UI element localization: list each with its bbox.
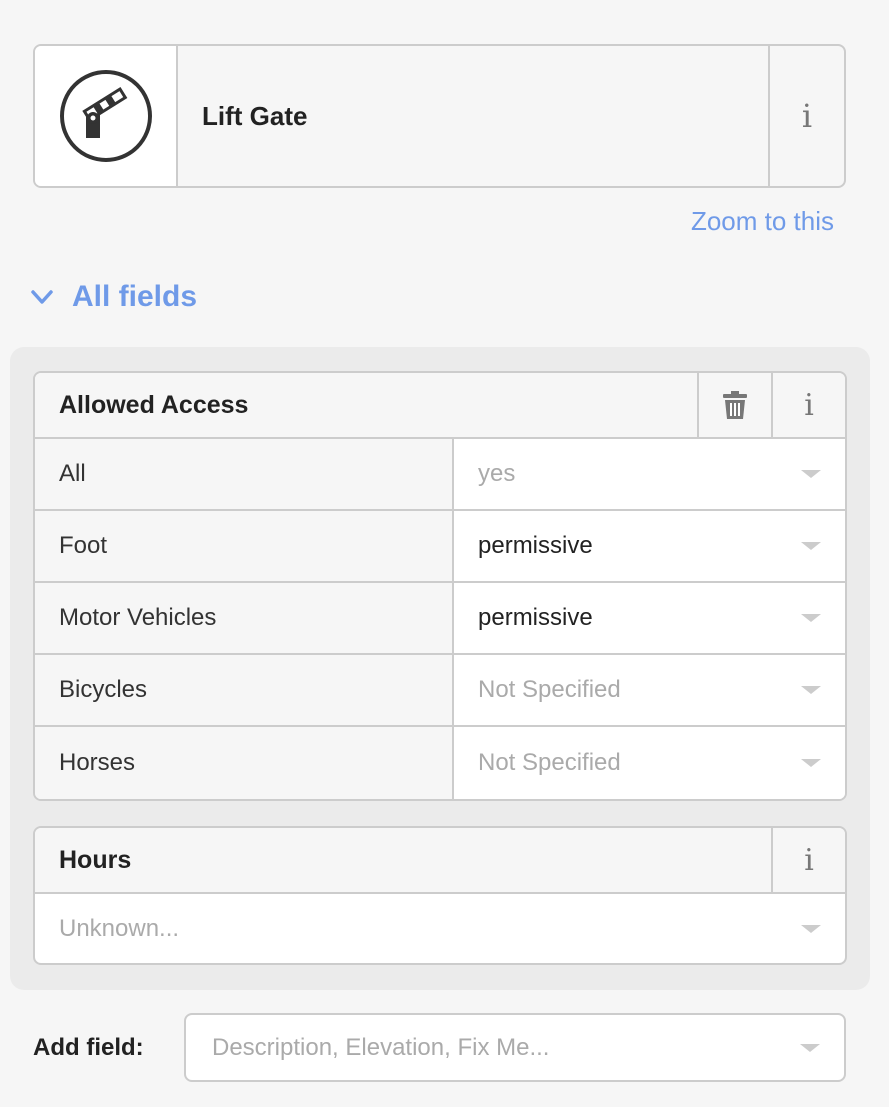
allowed-access-field: Allowed Access i All yes Foot permissive Mot… <box>33 371 847 801</box>
allowed-access-header: Allowed Access i <box>35 373 845 439</box>
preset-info-button[interactable]: i <box>768 46 844 186</box>
chevron-down-icon <box>801 470 821 478</box>
add-field-label: Add field: <box>33 1034 144 1061</box>
preset-card: Lift Gate i <box>33 44 846 188</box>
all-fields-toggle[interactable]: All fields <box>30 280 197 314</box>
chevron-down-icon <box>31 290 53 304</box>
lift-gate-icon <box>59 70 152 162</box>
access-row-value: yes <box>478 460 516 487</box>
hours-field: Hours i Unknown... <box>33 826 847 965</box>
access-row-label: Horses <box>35 727 454 799</box>
add-field-placeholder: Description, Elevation, Fix Me... <box>212 1033 550 1061</box>
access-row-combo[interactable]: permissive <box>454 583 845 653</box>
preset-icon-box[interactable] <box>35 46 178 186</box>
access-row-combo[interactable]: Not Specified <box>454 727 845 799</box>
access-row: Motor Vehicles permissive <box>35 583 845 655</box>
access-row-label: Motor Vehicles <box>35 583 454 653</box>
chevron-down-icon <box>801 759 821 767</box>
chevron-down-icon <box>801 686 821 694</box>
hours-input[interactable]: Unknown... <box>35 894 845 963</box>
access-row-label: All <box>35 439 454 509</box>
hours-label: Hours <box>59 845 132 874</box>
access-row: Horses Not Specified <box>35 727 845 799</box>
allowed-access-delete-button[interactable] <box>697 373 771 437</box>
access-row: Bicycles Not Specified <box>35 655 845 727</box>
hours-placeholder: Unknown... <box>59 914 180 942</box>
chevron-down-icon <box>801 542 821 550</box>
add-field-input[interactable]: Description, Elevation, Fix Me... <box>184 1013 846 1082</box>
chevron-down-icon <box>800 1043 820 1052</box>
access-row: All yes <box>35 439 845 511</box>
zoom-to-this-link[interactable]: Zoom to this <box>691 206 834 237</box>
access-row-label: Foot <box>35 511 454 581</box>
access-row-combo[interactable]: permissive <box>454 511 845 581</box>
access-row-value: permissive <box>478 532 593 559</box>
hours-info-button[interactable]: i <box>771 828 845 892</box>
trash-icon <box>723 391 747 419</box>
preset-name: Lift Gate <box>202 100 308 131</box>
access-row: Foot permissive <box>35 511 845 583</box>
access-rows: All yes Foot permissive Motor Vehicles permis… <box>35 439 845 799</box>
chevron-down-icon <box>801 614 821 622</box>
hours-header: Hours i <box>35 828 845 894</box>
access-row-value: permissive <box>478 604 593 631</box>
chevron-down-icon <box>801 924 821 933</box>
access-row-value: Not Specified <box>478 749 621 776</box>
access-row-value: Not Specified <box>478 676 621 703</box>
fields-panel: Allowed Access i All yes Foot permissive Mot… <box>10 347 870 990</box>
all-fields-label: All fields <box>72 280 198 313</box>
allowed-access-label: Allowed Access <box>59 390 249 419</box>
access-row-combo[interactable]: yes <box>454 439 845 509</box>
access-row-label: Bicycles <box>35 655 454 725</box>
allowed-access-info-button[interactable]: i <box>771 373 845 437</box>
access-row-combo[interactable]: Not Specified <box>454 655 845 725</box>
